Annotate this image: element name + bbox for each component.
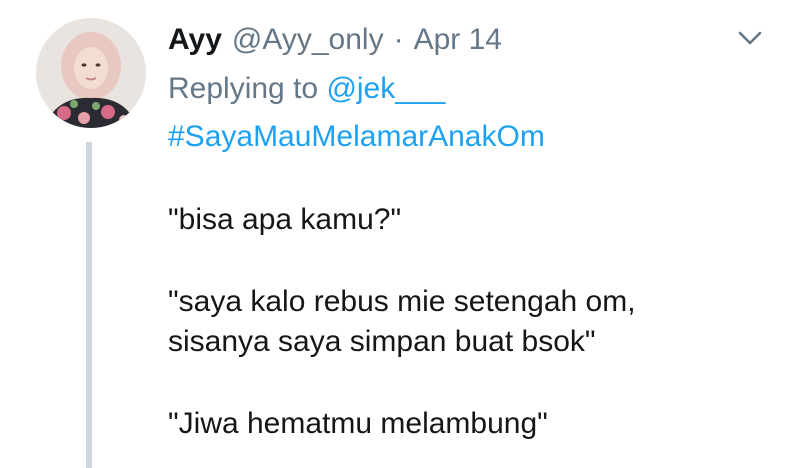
tweet-date[interactable]: Apr 14: [414, 18, 502, 62]
tweet-line: "bisa apa kamu?": [168, 203, 402, 236]
tweet-paragraph: "saya kalo rebus mie setengah om, sisany…: [168, 282, 636, 362]
tweet-paragraph: "bisa apa kamu?": [168, 200, 636, 240]
replying-prefix: Replying to: [168, 72, 319, 105]
avatar[interactable]: [36, 18, 146, 128]
replying-to: Replying to @jek___: [168, 68, 445, 110]
tweet-text: "bisa apa kamu?" "saya kalo rebus mie se…: [168, 200, 636, 468]
tweet-paragraph: "Jiwa hematmu melambung": [168, 404, 636, 444]
user-handle[interactable]: @Ayy_only: [232, 18, 384, 62]
tweet-line: "saya kalo rebus mie setengah om,: [168, 285, 636, 318]
display-name[interactable]: Ayy: [168, 18, 222, 62]
chevron-down-icon[interactable]: [734, 22, 766, 54]
hashtag-link[interactable]: #SayaMauMelamarAnakOm: [168, 116, 545, 158]
separator-dot: ·: [393, 23, 404, 56]
tweet-header: Ayy @Ayy_only · Apr 14: [168, 18, 502, 62]
replying-to-link[interactable]: @jek___: [326, 72, 445, 105]
tweet-line: "Jiwa hematmu melambung": [168, 407, 548, 440]
thread-line: [86, 142, 92, 468]
tweet-line: sisanya saya simpan buat bsok": [168, 325, 596, 358]
